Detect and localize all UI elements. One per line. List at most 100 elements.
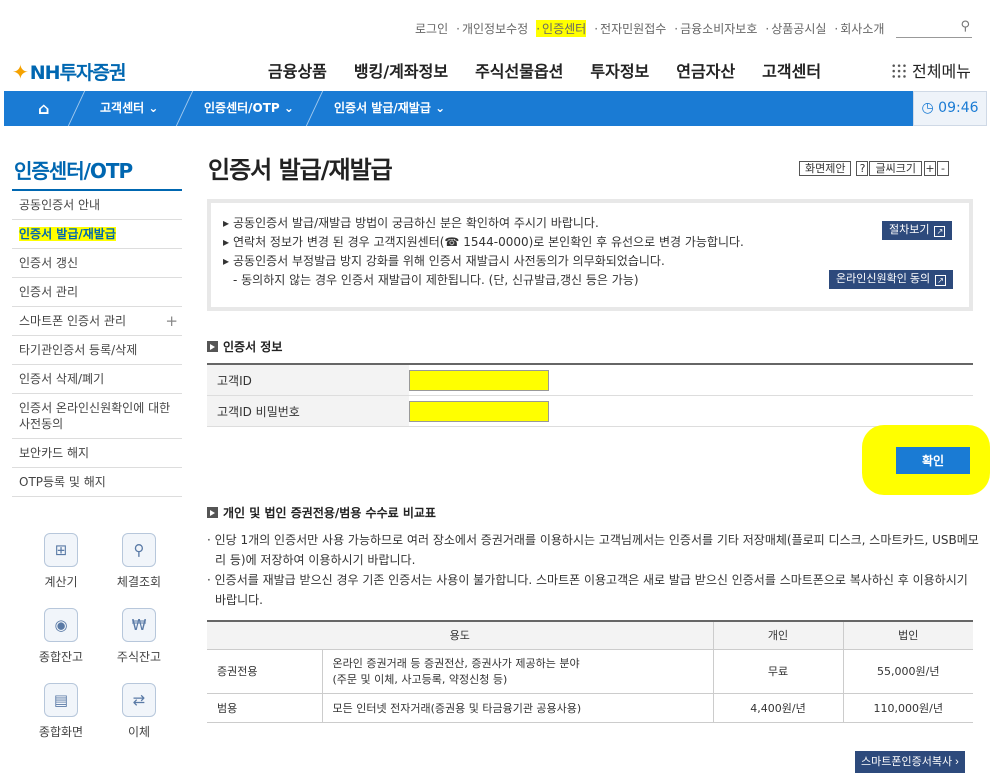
sidebar-item-online-consent[interactable]: 인증서 온라인신원확인에 대한 사전동의 (12, 394, 182, 439)
cell-desc: 온라인 증권거래 등 증권전산, 증권사가 제공하는 분야 (주문 및 이체, 사… (321, 649, 713, 694)
quick-total-balance[interactable]: ◉ 종합잔고 (22, 608, 100, 665)
gnb-investment-info[interactable]: 투자정보 (590, 58, 649, 82)
transfer-icon: ⇄ (122, 683, 156, 717)
all-menu-button[interactable]: 전체메뉴 (891, 58, 971, 82)
sidebar-item-cert-manage[interactable]: 인증서 관리 (12, 278, 182, 307)
breadcrumb-item-cert-issue[interactable]: 인증서 발급/재발급 ⌄ (334, 91, 445, 126)
cell-corp-fee: 55,000원/년 (842, 649, 973, 694)
cell-type: 범용 (207, 693, 322, 723)
util-cert-center-link[interactable]: 인증센터 (536, 20, 587, 37)
fee-compare-heading: 개인 및 법인 증권전용/범용 수수료 비교표 (207, 504, 436, 521)
all-menu-label: 전체메뉴 (912, 62, 971, 81)
breadcrumb: ⌂ 고객센터 ⌄ 인증센터/OTP ⌄ 인증서 발급/재발급 ⌄ ◷ 09:46 (4, 91, 987, 126)
notice-line: 공동인증서 발급/재발급 방법이 궁금하신 분은 확인하여 주시기 바랍니다. (223, 214, 947, 233)
gnb-stocks-futures[interactable]: 주식선물옵션 (475, 58, 563, 82)
expand-plus-icon[interactable]: + (165, 313, 178, 329)
fee-note: · 인당 1개의 인증서만 사용 가능하므로 여러 장소에서 증권거래를 이용하… (207, 533, 979, 567)
sidebar-item-cert-issue[interactable]: 인증서 발급/재발급 (12, 220, 182, 249)
column-header: 개인 (712, 621, 843, 650)
grid-menu-icon (891, 63, 907, 79)
customer-pw-input[interactable] (409, 400, 549, 422)
fee-note: · 인증서를 재발급 받으신 경우 기존 인증서는 사용이 불가합니다. 스마트… (207, 573, 968, 607)
clock-icon: ◷ (921, 100, 934, 116)
quick-transfer[interactable]: ⇄ 이체 (100, 683, 178, 740)
notice-box: 공동인증서 발급/재발급 방법이 궁금하신 분은 확인하여 주시기 바랍니다. … (207, 199, 973, 311)
quick-menu: ⊞ 계산기 ⚲ 체결조회 ◉ 종합잔고 ₩ 주식잔고 ▤ 종합화면 ⇄ 이체 (22, 533, 178, 740)
sidebar-item-security-card[interactable]: 보안카드 해지 (12, 439, 182, 468)
gnb-pension[interactable]: 연금자산 (676, 58, 735, 82)
external-link-icon: ↗ (935, 275, 947, 286)
column-header: 법인 (842, 621, 973, 650)
column-header: 용도 (207, 621, 713, 650)
util-consumer-protection-link[interactable]: 금융소비자보호 (674, 20, 757, 37)
logo-text: NH투자증권 (29, 62, 127, 84)
utility-nav: 로그인 개인정보수정 인증센터 전자민원접수 금융소비자보호 상품공시실 회사소… (415, 20, 892, 37)
sidebar-item-cert-guide[interactable]: 공동인증서 안내 (12, 191, 182, 220)
customer-id-input[interactable] (409, 369, 549, 391)
screen-suggest-button[interactable]: 화면제안 (799, 161, 852, 176)
font-size-label: 글씨크기 (869, 161, 922, 176)
cell-corp-fee: 110,000원/년 (842, 693, 973, 723)
quick-calculator[interactable]: ⊞ 계산기 (22, 533, 100, 590)
confirm-button[interactable]: 확인 (896, 447, 970, 474)
customer-id-label: 고객ID (207, 365, 409, 395)
customer-pw-row: 고객ID 비밀번호 (207, 396, 973, 427)
util-company-link[interactable]: 회사소개 (834, 20, 884, 37)
page-title: 인증서 발급/재발급 (208, 156, 393, 184)
won-coin-icon: ₩ (122, 608, 156, 642)
calculator-icon: ⊞ (44, 533, 78, 567)
font-decrease-button[interactable]: - (936, 161, 949, 176)
font-increase-button[interactable]: + (923, 161, 936, 176)
sidebar-menu: 공동인증서 안내 인증서 발급/재발급 인증서 갱신 인증서 관리 스마트폰 인… (12, 191, 182, 497)
procedure-view-button[interactable]: 절차보기 ↗ (882, 221, 953, 240)
clock-display: ◷ 09:46 (913, 91, 987, 126)
section-bullet-icon (207, 341, 218, 352)
cell-desc: 모든 인터넷 전자거래(증권용 및 타금융기관 공용사용) (321, 693, 713, 723)
util-disclosure-link[interactable]: 상품공시실 (765, 20, 826, 37)
sidebar-item-other-cert[interactable]: 타기관인증서 등록/삭제 (12, 336, 182, 365)
section-bullet-icon (207, 507, 218, 518)
table-row: 범용 모든 인터넷 전자거래(증권용 및 타금융기관 공용사용) 4,400원/… (207, 693, 973, 723)
customer-id-row: 고객ID (207, 365, 973, 396)
cell-personal-fee: 무료 (712, 649, 843, 694)
logo[interactable]: ✦ NH투자증권 (12, 58, 126, 85)
notice-line: 공동인증서 부정발급 방지 강화를 위해 인증서 재발급시 사전동의가 의무화되… (223, 252, 947, 271)
gnb-banking[interactable]: 뱅킹/계좌정보 (354, 58, 448, 82)
cert-info-form: 고객ID 고객ID 비밀번호 (207, 363, 973, 427)
gnb-financial-products[interactable]: 금융상품 (268, 58, 327, 82)
quick-stock-balance[interactable]: ₩ 주식잔고 (100, 608, 178, 665)
util-complaint-link[interactable]: 전자민원접수 (594, 20, 666, 37)
sidebar-item-otp[interactable]: OTP등록 및 해지 (12, 468, 182, 497)
cell-personal-fee: 4,400원/년 (712, 693, 843, 723)
logo-mark-icon: ✦ (12, 59, 29, 84)
sidebar-item-cert-renew[interactable]: 인증서 갱신 (12, 249, 182, 278)
cell-type: 증권전용 (207, 649, 322, 694)
chart-screen-icon: ▤ (44, 683, 78, 717)
external-link-icon: ↗ (934, 226, 946, 237)
customer-pw-label: 고객ID 비밀번호 (207, 396, 409, 426)
sidebar-item-smartphone-cert[interactable]: 스마트폰 인증서 관리 + (12, 307, 182, 336)
gnb-customer-center[interactable]: 고객센터 (762, 58, 821, 82)
cert-info-heading: 인증서 정보 (207, 338, 282, 355)
trade-inquiry-icon: ⚲ (122, 533, 156, 567)
fee-table-header: 용도 개인 법인 (207, 621, 973, 650)
search-icon[interactable]: ⚲ (960, 19, 970, 34)
search-input[interactable]: ⚲ (896, 18, 972, 38)
breadcrumb-item-customer-center[interactable]: 고객센터 ⌄ (100, 91, 158, 126)
sidebar-title: 인증센터/OTP (14, 159, 133, 183)
main-nav: 금융상품 뱅킹/계좌정보 주식선물옵션 투자정보 연금자산 고객센터 (268, 58, 848, 82)
quick-trade-inquiry[interactable]: ⚲ 체결조회 (100, 533, 178, 590)
home-icon[interactable]: ⌂ (38, 91, 49, 126)
online-consent-button[interactable]: 온라인신원확인 동의 ↗ (829, 270, 954, 289)
util-login-link[interactable]: 로그인 (415, 20, 448, 37)
breadcrumb-item-cert-center[interactable]: 인증센터/OTP ⌄ (204, 91, 294, 126)
sidebar-item-cert-delete[interactable]: 인증서 삭제/폐기 (12, 365, 182, 394)
table-row: 증권전용 온라인 증권거래 등 증권전산, 증권사가 제공하는 분야 (주문 및 … (207, 649, 973, 694)
quick-overview[interactable]: ▤ 종합화면 (22, 683, 100, 740)
notice-line: 연락처 정보가 변경 된 경우 고객지원센터(☎ 1544-0000)로 본인확… (223, 233, 947, 252)
fee-table: 용도 개인 법인 증권전용 온라인 증권거래 등 증권전산, 증권사가 제공하는… (207, 620, 973, 723)
help-button[interactable]: ? (856, 161, 869, 176)
money-bag-icon: ◉ (44, 608, 78, 642)
util-edit-profile-link[interactable]: 개인정보수정 (456, 20, 528, 37)
smartphone-cert-copy-button[interactable]: 스마트폰인증서복사 › (855, 751, 965, 773)
